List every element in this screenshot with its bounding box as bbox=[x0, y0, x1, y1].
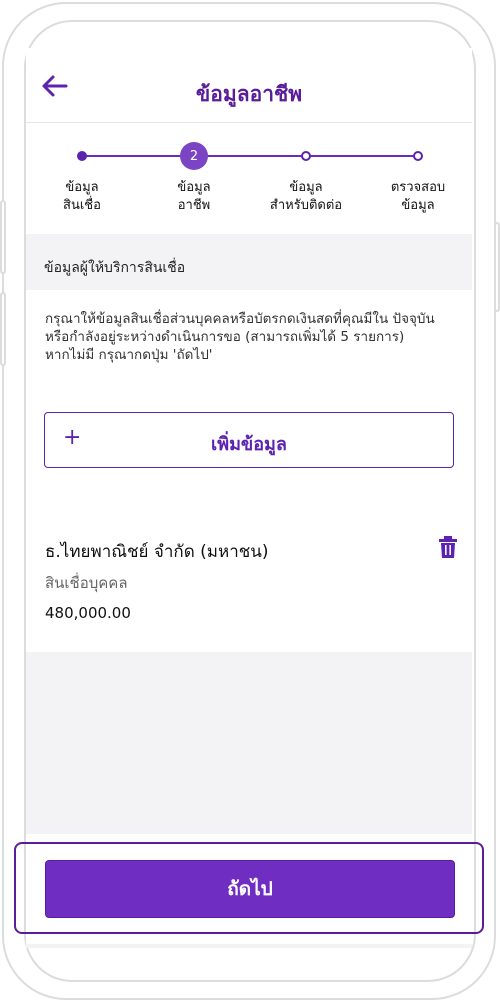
step-label-4: ตรวจสอบ ข้อมูล bbox=[390, 180, 446, 213]
next-button[interactable]: ถัดไป bbox=[45, 860, 455, 918]
add-data-button[interactable]: + เพิ่มข้อมูล bbox=[44, 412, 454, 468]
step-label-3: ข้อมูล สำหรับติดต่อ bbox=[269, 180, 343, 213]
section-heading: ข้อมูลผู้ให้บริการสินเชื่อ bbox=[26, 234, 472, 290]
phone-side-button bbox=[0, 200, 6, 274]
progress-stepper: 2 ข้อมูล สินเชื่อ ข้อมูล อาชีพ ข้อมูล สำ… bbox=[26, 123, 472, 234]
loan-provider: ธ.ไทยพาณิชย์ จำกัด (มหาชน) bbox=[45, 542, 269, 562]
info-no-loan-note: หากไม่มี กรุณากดปุ่ม 'ถัดไป' bbox=[45, 347, 213, 363]
stepper-line bbox=[82, 155, 418, 157]
info-text: กรุณาให้ข้อมูลสินเชื่อส่วนบุคคลหรือบัตรก… bbox=[45, 310, 455, 364]
phone-side-button bbox=[0, 292, 6, 366]
section-heading-text: ข้อมูลผู้ให้บริการสินเชื่อ bbox=[44, 260, 186, 276]
step-dot-1 bbox=[77, 151, 87, 161]
add-data-label: เพิ่มข้อมูล bbox=[211, 434, 287, 455]
step-label-1: ข้อมูล สินเชื่อ bbox=[63, 180, 101, 213]
step-label-2: ข้อมูล อาชีพ bbox=[177, 180, 211, 213]
step-dot-2: 2 bbox=[180, 142, 208, 170]
app-screen: ข้อมูลอาชีพ 2 ข้อมูล สินเชื่อ ข้อมูล อาช… bbox=[26, 48, 472, 948]
loan-type: สินเชื่อบุคคล bbox=[45, 574, 128, 592]
phone-side-button bbox=[494, 222, 500, 312]
trash-icon[interactable] bbox=[438, 536, 458, 558]
page-title: ข้อมูลอาชีพ bbox=[195, 82, 303, 106]
step-dot-3 bbox=[301, 151, 311, 161]
info-instruction: กรุณาให้ข้อมูลสินเชื่อส่วนบุคคลหรือบัตรก… bbox=[45, 311, 435, 345]
loan-amount: 480,000.00 bbox=[45, 604, 131, 622]
step-dot-4 bbox=[413, 151, 423, 161]
app-header: ข้อมูลอาชีพ bbox=[26, 48, 472, 123]
loan-card: ธ.ไทยพาณิชย์ จำกัด (มหาชน) สินเชื่อบุคคล… bbox=[26, 516, 472, 652]
info-panel: กรุณาให้ข้อมูลสินเชื่อส่วนบุคคลหรือบัตรก… bbox=[26, 290, 472, 516]
